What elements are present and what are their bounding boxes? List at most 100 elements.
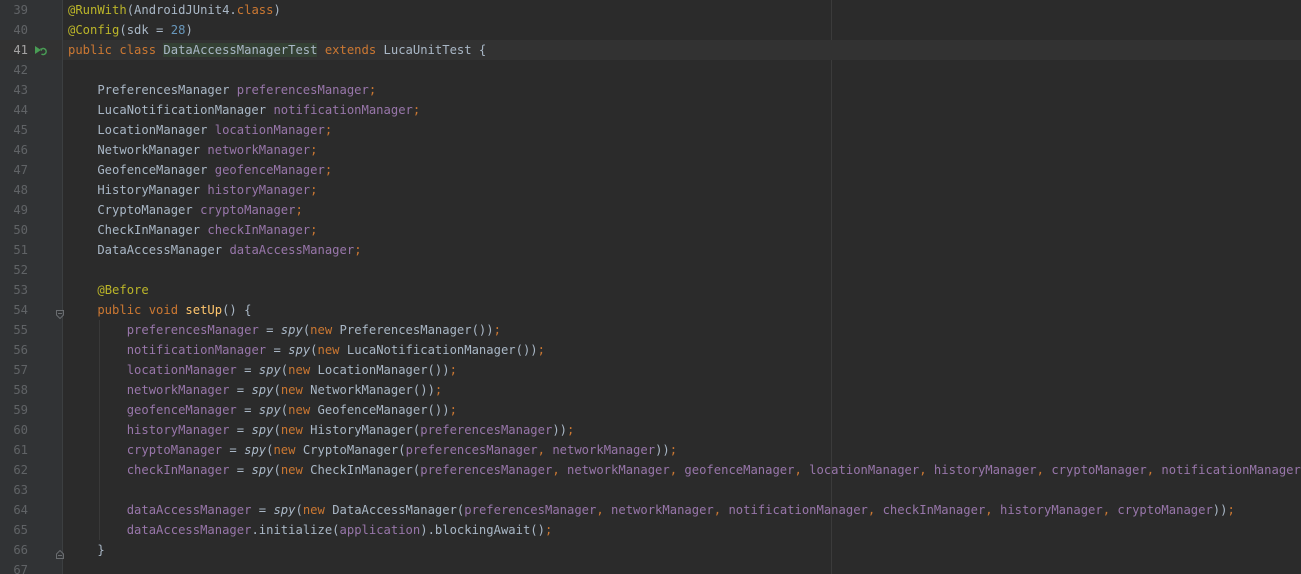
code-line[interactable]: CryptoManager cryptoManager;	[63, 200, 1301, 220]
line-number[interactable]: 41	[0, 40, 28, 60]
line-number[interactable]: 59	[0, 400, 28, 420]
line-number[interactable]: 48	[0, 180, 28, 200]
line-number[interactable]: 54	[0, 300, 28, 320]
code-token: GeofenceManager())	[317, 403, 450, 417]
code-token: ;	[368, 83, 377, 97]
code-token: ;	[310, 183, 318, 197]
code-token: dataAccessManager	[126, 523, 252, 537]
code-line[interactable]: dataAccessManager = spy(new DataAccessMa…	[63, 500, 1301, 520]
code-line[interactable]: historyManager = spy(new HistoryManager(…	[63, 420, 1301, 440]
gutter-line: 44	[0, 100, 62, 120]
code-token: GeofenceManager	[68, 163, 215, 177]
line-number[interactable]: 39	[0, 0, 28, 20]
code-line[interactable]: @Before	[63, 280, 1301, 300]
line-number[interactable]: 52	[0, 260, 28, 280]
code-token: notificationManager	[728, 503, 868, 517]
gutter-line: 55	[0, 320, 62, 340]
code-line[interactable]: locationManager = spy(new LocationManage…	[63, 360, 1301, 380]
code-token: ,	[867, 503, 883, 517]
code-line[interactable]: NetworkManager networkManager;	[63, 140, 1301, 160]
code-line-text: CheckInManager checkInManager;	[68, 220, 318, 240]
code-line[interactable]: networkManager = spy(new NetworkManager(…	[63, 380, 1301, 400]
line-number[interactable]: 58	[0, 380, 28, 400]
line-number[interactable]: 40	[0, 20, 28, 40]
code-line[interactable]	[63, 260, 1301, 280]
gutter-line: 41	[0, 40, 62, 60]
line-number[interactable]: 43	[0, 80, 28, 100]
line-number[interactable]: 51	[0, 240, 28, 260]
code-line[interactable]: PreferencesManager preferencesManager;	[63, 80, 1301, 100]
code-token: preferencesManager	[126, 323, 259, 337]
line-number[interactable]: 56	[0, 340, 28, 360]
code-line[interactable]: CheckInManager checkInManager;	[63, 220, 1301, 240]
code-token: (	[273, 423, 281, 437]
code-token: (	[310, 343, 318, 357]
code-line-text: checkInManager = spy(new CheckInManager(…	[68, 460, 1301, 480]
code-line-text: locationManager = spy(new LocationManage…	[68, 360, 457, 380]
code-line[interactable]: geofenceManager = spy(new GeofenceManage…	[63, 400, 1301, 420]
code-token: notificationManager	[273, 103, 413, 117]
code-token: ;	[310, 223, 318, 237]
indent-guide	[99, 320, 101, 340]
code-line[interactable]: checkInManager = spy(new CheckInManager(…	[63, 460, 1301, 480]
code-token: public class	[68, 43, 164, 57]
code-line[interactable]: LocationManager locationManager;	[63, 120, 1301, 140]
code-line[interactable]: @Config(sdk = 28)	[63, 20, 1301, 40]
line-number[interactable]: 44	[0, 100, 28, 120]
line-number[interactable]: 42	[0, 60, 28, 80]
code-token: historyManager	[999, 503, 1103, 517]
code-line[interactable]: public void setUp() {	[63, 300, 1301, 320]
line-number[interactable]: 60	[0, 420, 28, 440]
code-line[interactable]	[63, 560, 1301, 574]
code-line[interactable]: HistoryManager historyManager;	[63, 180, 1301, 200]
code-token: =	[229, 463, 252, 477]
line-number[interactable]: 57	[0, 360, 28, 380]
indent-guide	[99, 480, 101, 500]
code-line[interactable]: @RunWith(AndroidJUnit4.class)	[63, 0, 1301, 20]
line-number[interactable]: 50	[0, 220, 28, 240]
code-line[interactable]: LucaNotificationManager notificationMana…	[63, 100, 1301, 120]
code-line[interactable]: cryptoManager = spy(new CryptoManager(pr…	[63, 440, 1301, 460]
line-number[interactable]: 53	[0, 280, 28, 300]
code-area[interactable]: @RunWith(AndroidJUnit4.class) @Config(sdk…	[63, 0, 1301, 574]
line-number[interactable]: 62	[0, 460, 28, 480]
gutter-line: 54	[0, 300, 64, 320]
line-number[interactable]: 65	[0, 520, 28, 540]
code-line[interactable]	[63, 60, 1301, 80]
code-token: CryptoManager	[68, 203, 201, 217]
line-number[interactable]: 45	[0, 120, 28, 140]
code-token: class	[236, 3, 274, 17]
code-line[interactable]: preferencesManager = spy(new Preferences…	[63, 320, 1301, 340]
gutter-line: 46	[0, 140, 62, 160]
code-token: ;	[537, 343, 545, 357]
line-number[interactable]: 46	[0, 140, 28, 160]
line-number[interactable]: 63	[0, 480, 28, 500]
code-line[interactable]: DataAccessManager dataAccessManager;	[63, 240, 1301, 260]
line-number[interactable]: 49	[0, 200, 28, 220]
code-editor[interactable]: 39 40 41 42 43 44 45 46 47 48 49 50 51 52 53 54 55 56 57 58…	[0, 0, 1301, 574]
code-line[interactable]	[63, 480, 1301, 500]
code-line-text: PreferencesManager preferencesManager;	[68, 80, 376, 100]
code-token: locationManager	[126, 363, 237, 377]
line-number[interactable]: 64	[0, 500, 28, 520]
line-number[interactable]: 55	[0, 320, 28, 340]
line-number[interactable]: 47	[0, 160, 28, 180]
code-line[interactable]: notificationManager = spy(new LucaNotifi…	[63, 340, 1301, 360]
line-number[interactable]: 67	[0, 560, 28, 574]
code-line-text: networkManager = spy(new NetworkManager(…	[68, 380, 443, 400]
code-line[interactable]: public class DataAccessManagerTest exten…	[63, 40, 1301, 60]
code-token: ;	[354, 243, 362, 257]
code-line[interactable]: GeofenceManager geofenceManager;	[63, 160, 1301, 180]
code-line[interactable]: }	[63, 540, 1301, 560]
run-test-icon[interactable]	[33, 43, 47, 57]
code-token: .initialize(	[251, 523, 340, 537]
code-line[interactable]: dataAccessManager.initialize(application…	[63, 520, 1301, 540]
gutter-line: 67	[0, 560, 62, 574]
code-token: ,	[537, 443, 553, 457]
line-number[interactable]: 61	[0, 440, 28, 460]
code-token: new	[288, 363, 318, 377]
line-number[interactable]: 66	[0, 540, 28, 560]
